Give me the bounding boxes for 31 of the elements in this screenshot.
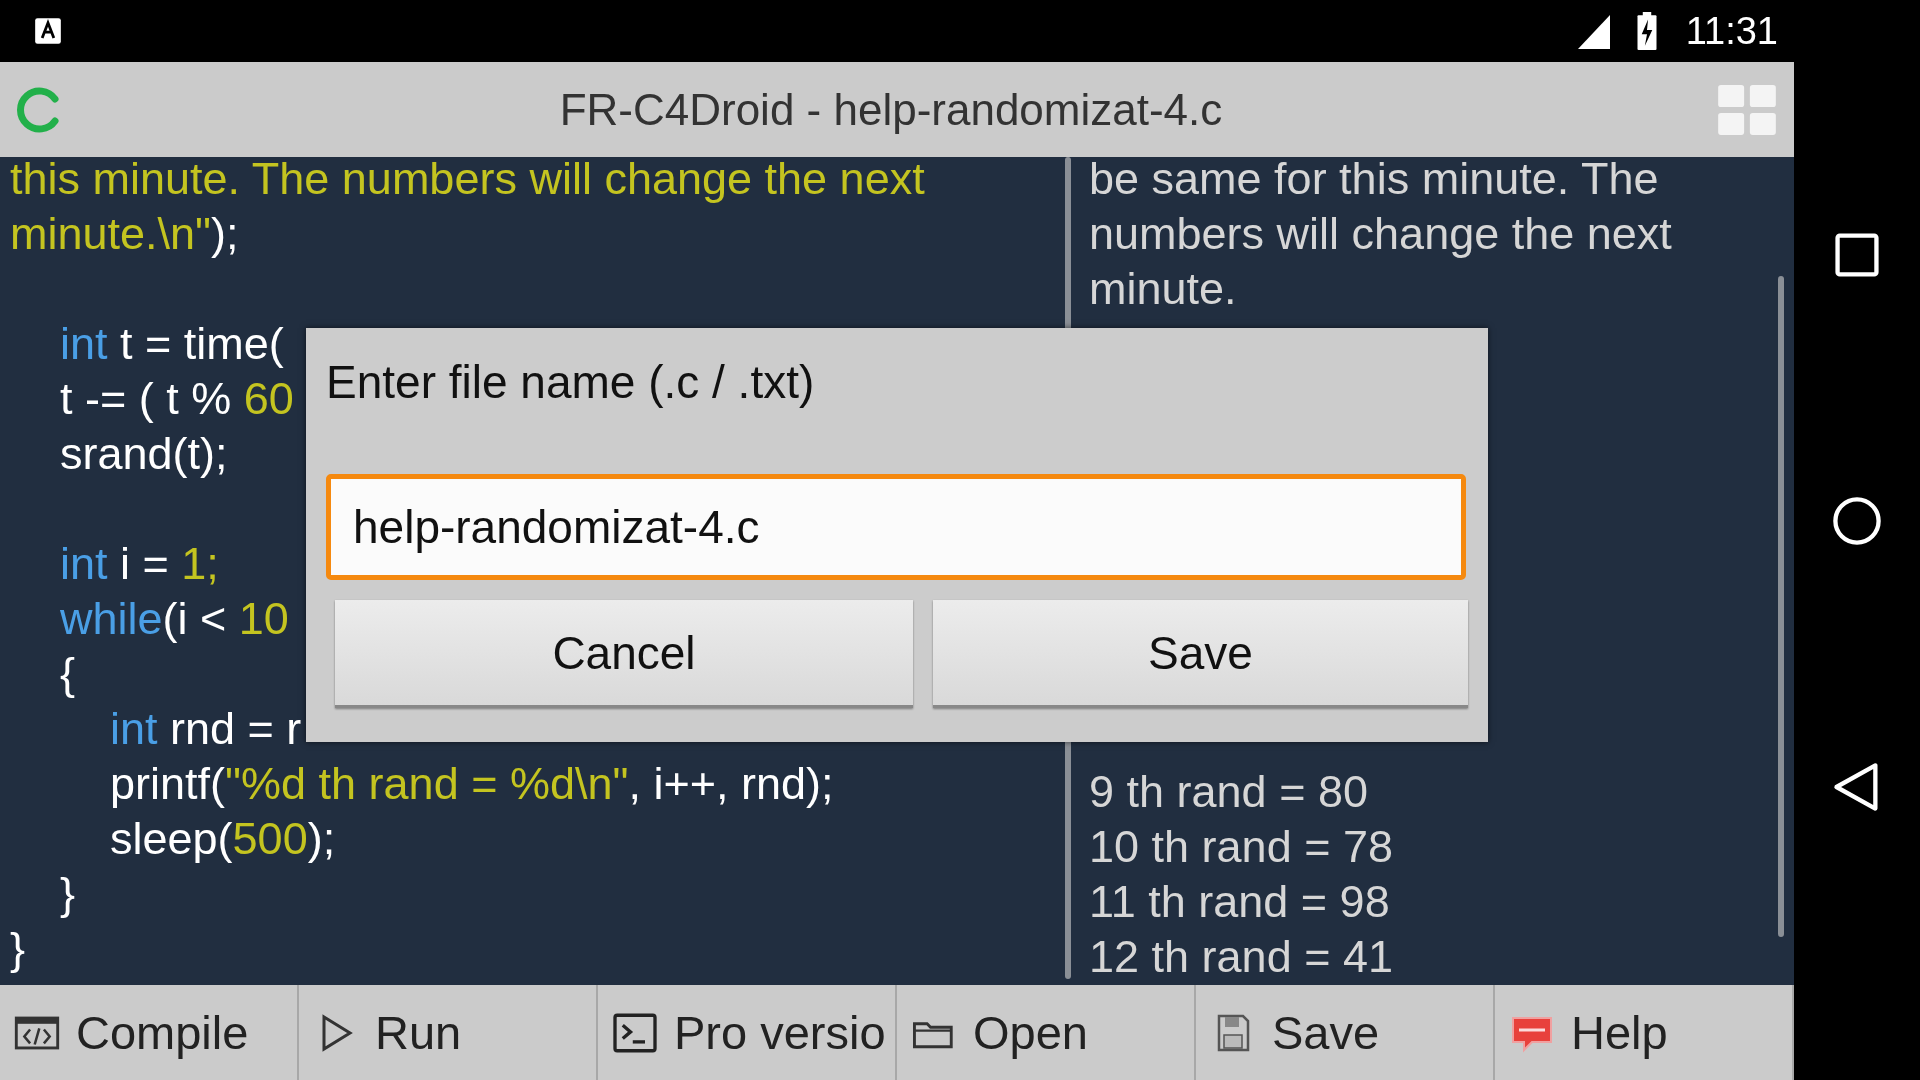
code-line: sleep(500); xyxy=(109,812,336,866)
dialog-title: Enter file name (.c / .txt) xyxy=(326,355,815,410)
code-line: minute.\n"); xyxy=(10,207,239,261)
keyboard-icon xyxy=(34,16,62,46)
code-line: printf("%d th rand = %d\n", i++, rnd); xyxy=(109,757,834,811)
code-line: t -= ( t % 60 xyxy=(59,372,294,426)
file-name-field[interactable]: help-randomizat-4.c xyxy=(326,474,1466,580)
cancel-button[interactable]: Cancel xyxy=(335,600,913,708)
output-line: 11 th rand = 98 xyxy=(1089,875,1390,929)
output-line: 10 th rand = 78 xyxy=(1089,820,1393,874)
home-button[interactable] xyxy=(1830,494,1884,548)
clock: 11:31 xyxy=(1685,9,1778,53)
output-line: 9 th rand = 80 xyxy=(1089,765,1368,819)
save-button[interactable]: Save xyxy=(933,600,1468,708)
output-line: 12 th rand = 41 xyxy=(1089,930,1393,984)
code-line: { xyxy=(59,647,76,701)
output-line: minute. xyxy=(1089,262,1237,316)
code-line: } xyxy=(59,867,76,921)
code-line: this minute. The numbers will change the next xyxy=(10,157,925,206)
output-line: be same for this minute. The xyxy=(1089,157,1659,206)
output-line: numbers will change the next xyxy=(1089,207,1672,261)
code-line: int i = 1; xyxy=(59,537,219,591)
code-line: } xyxy=(10,922,26,976)
code-line: while(i < 10 xyxy=(59,592,289,646)
battery-icon xyxy=(1635,12,1658,50)
app-title: FR-C4Droid - help-randomizat-4.c xyxy=(558,84,1224,135)
scrollbar[interactable] xyxy=(1778,276,1784,937)
terminal-icon xyxy=(612,1012,658,1053)
code-line: int rnd = r xyxy=(109,702,302,756)
code-line: int t = time( xyxy=(59,317,284,371)
code-line: srand(t); xyxy=(59,427,228,481)
